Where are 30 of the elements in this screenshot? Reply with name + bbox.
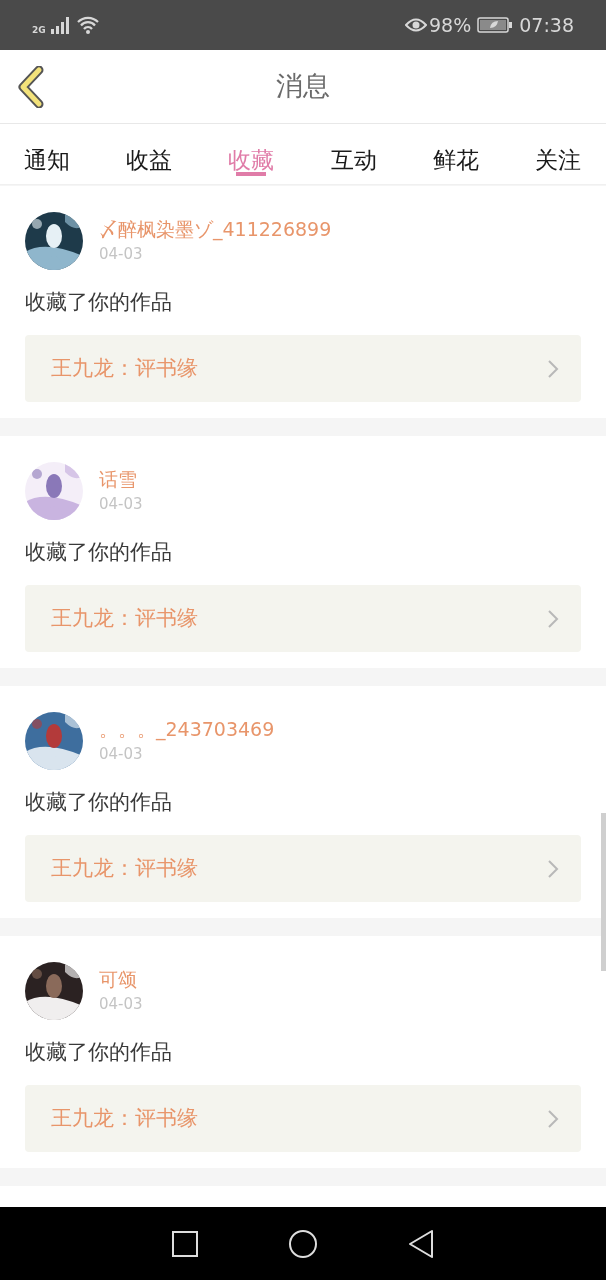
message-date: 04-03 [99,244,144,264]
tab[interactable]: 收藏 [228,124,275,184]
page-title: 消息 [276,69,330,104]
work-link[interactable]: 王九龙：评书缘 [25,1085,581,1152]
work-title: 王九龙：评书缘 [51,354,199,382]
user-name[interactable]: 〆醉枫染墨ゾ_411226899 [99,217,332,241]
work-link[interactable]: 王九龙：评书缘 [25,585,581,652]
work-link[interactable]: 王九龙：评书缘 [25,335,581,402]
battery-percent: 98% [429,12,472,38]
user-name[interactable]: 可颂 [99,967,143,991]
work-title: 王九龙：评书缘 [51,854,199,882]
message-date: 04-03 [99,994,143,1014]
message-text: 收藏了你的作品 [25,789,173,816]
tab[interactable]: 鲜花 [432,124,479,184]
work-title: 王九龙：评书缘 [51,1104,199,1132]
tab[interactable]: 互动 [330,124,377,184]
user-name[interactable]: 。。。_243703469 [99,717,275,741]
tab[interactable]: 关注 [534,124,581,184]
work-title: 王九龙：评书缘 [51,604,199,632]
message-text: 收藏了你的作品 [25,1039,173,1066]
clock: 07:38 [519,12,574,38]
tab[interactable]: 通知 [24,124,70,184]
message-date: 04-03 [99,744,144,764]
message-text: 收藏了你的作品 [25,539,173,566]
work-link[interactable]: 王九龙：评书缘 [25,835,581,902]
message-text: 收藏了你的作品 [25,289,173,316]
tab[interactable]: 收益 [126,124,173,184]
message-date: 04-03 [99,494,143,514]
user-name[interactable]: 话雪 [99,467,143,491]
network-type: 2G [32,24,46,38]
